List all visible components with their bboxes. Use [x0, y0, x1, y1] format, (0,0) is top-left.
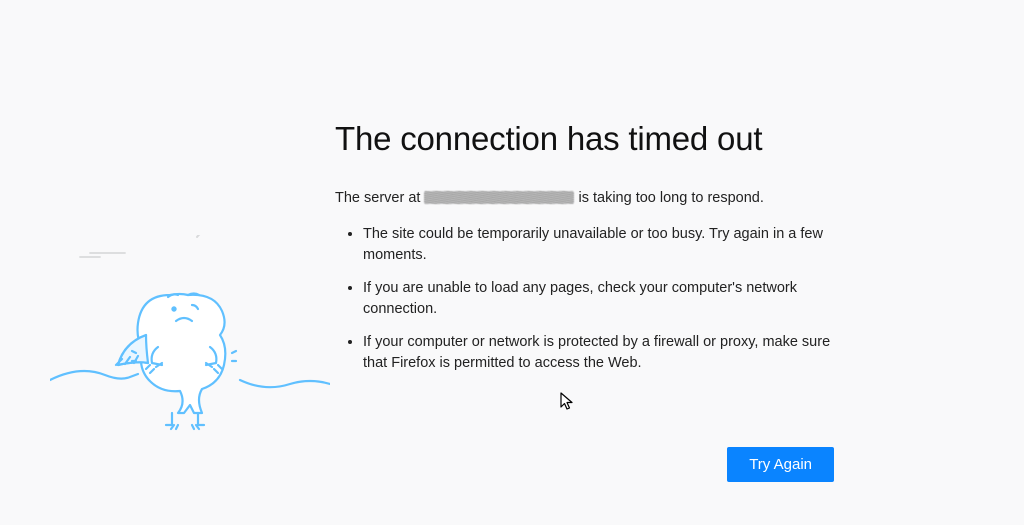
subtitle-suffix: is taking too long to respond. — [574, 190, 763, 206]
error-suggestions-list: The site could be temporarily unavailabl… — [335, 224, 865, 374]
try-again-button[interactable]: Try Again — [727, 447, 834, 482]
subtitle-prefix: The server at — [335, 190, 424, 206]
error-subtitle: The server at is taking too long to resp… — [335, 188, 865, 208]
suggestion-item: If you are unable to load any pages, che… — [363, 278, 843, 320]
mouse-cursor-icon — [560, 392, 576, 412]
suggestion-item: The site could be temporarily unavailabl… — [363, 224, 843, 266]
suggestion-item: If your computer or network is protected… — [363, 332, 843, 374]
error-illustration — [50, 235, 330, 445]
redacted-hostname — [424, 191, 574, 204]
error-title: The connection has timed out — [335, 120, 865, 158]
